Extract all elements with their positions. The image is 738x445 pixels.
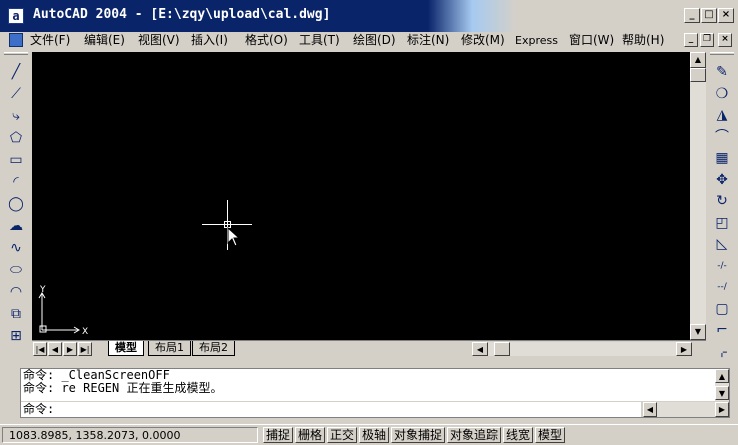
status-bar: 1083.8985, 1358.2073, 0.0000 捕捉 栅格 正交 极轴… [0, 424, 738, 445]
tab-model[interactable]: 模型 [108, 341, 144, 356]
title-bar: a AutoCAD 2004 - [E:\zqy\upload\cal.dwg]… [0, 0, 738, 32]
command-horizontal-scrollbar[interactable]: ◀ ▶ [643, 402, 729, 417]
menu-modify[interactable]: 修改(M) [461, 33, 505, 48]
spline-icon[interactable]: ∿ [6, 238, 26, 258]
toolbar-grip[interactable] [4, 52, 28, 55]
last-tab-button[interactable]: ▶| [78, 342, 92, 356]
command-history: 命令: _CleanScreenOFF 命令: re REGEN 正在重生成模型… [21, 369, 715, 401]
menu-tools[interactable]: 工具(T) [299, 33, 340, 48]
document-icon[interactable] [9, 33, 23, 47]
doc-minimize-button[interactable]: _ [684, 33, 698, 47]
scale-icon[interactable]: ◰ [712, 213, 732, 233]
menu-format[interactable]: 格式(O) [245, 33, 288, 48]
menu-bar: 文件(F) 编辑(E) 视图(V) 插入(I) 格式(O) 工具(T) 绘图(D… [0, 32, 738, 49]
ucs-icon: Y X [38, 285, 88, 337]
canvas-horizontal-scrollbar[interactable]: ◀ ▶ [472, 342, 692, 356]
offset-icon[interactable]: ⌒ [712, 127, 732, 147]
toggle-model[interactable]: 模型 [535, 427, 566, 443]
extend-icon[interactable]: --/ [712, 277, 732, 297]
toggle-grid[interactable]: 栅格 [295, 427, 326, 443]
make-block-icon[interactable]: ⊞ [6, 326, 26, 346]
command-history-line: 命令: re REGEN 正在重生成模型。 [23, 381, 223, 395]
scroll-down-button[interactable]: ▼ [690, 324, 706, 340]
array-icon[interactable]: ▦ [712, 148, 732, 168]
polygon-icon[interactable]: ⬠ [6, 128, 26, 148]
rectangle-icon[interactable]: ▭ [6, 150, 26, 170]
line-icon[interactable]: ╱ [6, 62, 26, 82]
menu-view[interactable]: 视图(V) [138, 33, 180, 48]
break-icon[interactable]: ▢ [712, 299, 732, 319]
construction-line-icon[interactable]: ⟋ [6, 84, 26, 104]
menu-insert[interactable]: 插入(I) [191, 33, 228, 48]
cmd-scroll-left-button[interactable]: ◀ [643, 402, 657, 417]
layout-tab-row: |◀ ◀ ▶ ▶| 模型 布局1 布局2 ◀ ▶ [32, 340, 706, 357]
close-button[interactable]: × [718, 8, 734, 23]
tab-layout2[interactable]: 布局2 [192, 341, 235, 356]
autocad-app-icon[interactable]: a [8, 8, 24, 24]
toggle-lineweight[interactable]: 线宽 [503, 427, 534, 443]
mouse-cursor-icon [227, 227, 241, 247]
history-scroll-up-button[interactable]: ▲ [715, 369, 729, 383]
ellipse-arc-icon[interactable]: ◠ [6, 282, 26, 302]
cmd-scroll-right-button[interactable]: ▶ [715, 402, 729, 417]
stretch-icon[interactable]: ◺ [712, 234, 732, 254]
command-window: 命令: _CleanScreenOFF 命令: re REGEN 正在重生成模型… [20, 368, 730, 418]
move-icon[interactable]: ✥ [712, 170, 732, 190]
mirror-icon[interactable]: ◮ [712, 105, 732, 125]
scroll-right-button[interactable]: ▶ [676, 342, 692, 356]
next-tab-button[interactable]: ▶ [63, 342, 77, 356]
toggle-polar[interactable]: 极轴 [359, 427, 390, 443]
menu-help[interactable]: 帮助(H) [622, 33, 664, 48]
menu-dimension[interactable]: 标注(N) [407, 33, 449, 48]
insert-block-icon[interactable]: ⧉ [6, 304, 26, 324]
maximize-button[interactable]: □ [701, 8, 717, 23]
draw-toolbar: ╱ ⟋ ⤷ ⬠ ▭ ◜ ◯ ☁ ∿ ⬭ ◠ ⧉ ⊞ [0, 52, 32, 362]
scroll-left-button[interactable]: ◀ [472, 342, 488, 356]
toggle-ortho[interactable]: 正交 [327, 427, 358, 443]
menu-express[interactable]: Express [515, 33, 558, 48]
menu-draw[interactable]: 绘图(D) [353, 33, 396, 48]
scroll-thumb[interactable] [690, 68, 706, 82]
hscroll-thumb[interactable] [494, 342, 510, 356]
doc-close-button[interactable]: × [718, 33, 732, 47]
ellipse-icon[interactable]: ⬭ [6, 260, 26, 280]
coordinate-readout[interactable]: 1083.8985, 1358.2073, 0.0000 [2, 427, 258, 443]
drawing-canvas[interactable]: Y X [32, 52, 690, 340]
first-tab-button[interactable]: |◀ [33, 342, 47, 356]
doc-restore-button[interactable]: ❐ [700, 33, 714, 47]
toggle-osnap[interactable]: 对象捕捉 [391, 427, 446, 443]
history-scroll-down-button[interactable]: ▼ [715, 386, 729, 400]
menu-file[interactable]: 文件(F) [30, 33, 70, 48]
scroll-up-button[interactable]: ▲ [690, 52, 706, 68]
minimize-button[interactable]: _ [684, 8, 700, 23]
tab-layout1[interactable]: 布局1 [148, 341, 191, 356]
command-history-scrollbar[interactable]: ▲ ▼ [715, 369, 729, 401]
polyline-icon[interactable]: ⤷ [6, 106, 26, 126]
fillet-icon[interactable]: ⌌ [712, 342, 732, 362]
command-prompt-input[interactable]: 命令: [21, 402, 641, 417]
toggle-otrack[interactable]: 对象追踪 [447, 427, 502, 443]
modify-toolbar: ✎ ❍ ◮ ⌒ ▦ ✥ ↻ ◰ ◺ -/- --/▢ ⌐ ⌌ [706, 52, 738, 362]
canvas-vertical-scrollbar[interactable]: ▲ ▼ [690, 52, 706, 340]
ucs-x-label: X [82, 327, 88, 337]
trim-icon[interactable]: -/- [712, 256, 732, 276]
toolbar-grip[interactable] [710, 52, 734, 55]
chamfer-icon[interactable]: ⌐ [712, 320, 732, 340]
copy-icon[interactable]: ❍ [712, 84, 732, 104]
erase-icon[interactable]: ✎ [712, 62, 732, 82]
window-title: AutoCAD 2004 - [E:\zqy\upload\cal.dwg] [33, 7, 331, 22]
menu-window[interactable]: 窗口(W) [569, 33, 614, 48]
arc-icon[interactable]: ◜ [6, 172, 26, 192]
prev-tab-button[interactable]: ◀ [48, 342, 62, 356]
ucs-y-label: Y [39, 285, 46, 295]
toggle-snap[interactable]: 捕捉 [263, 427, 294, 443]
menu-edit[interactable]: 编辑(E) [84, 33, 125, 48]
circle-icon[interactable]: ◯ [6, 194, 26, 214]
rotate-icon[interactable]: ↻ [712, 191, 732, 211]
revision-cloud-icon[interactable]: ☁ [6, 216, 26, 236]
